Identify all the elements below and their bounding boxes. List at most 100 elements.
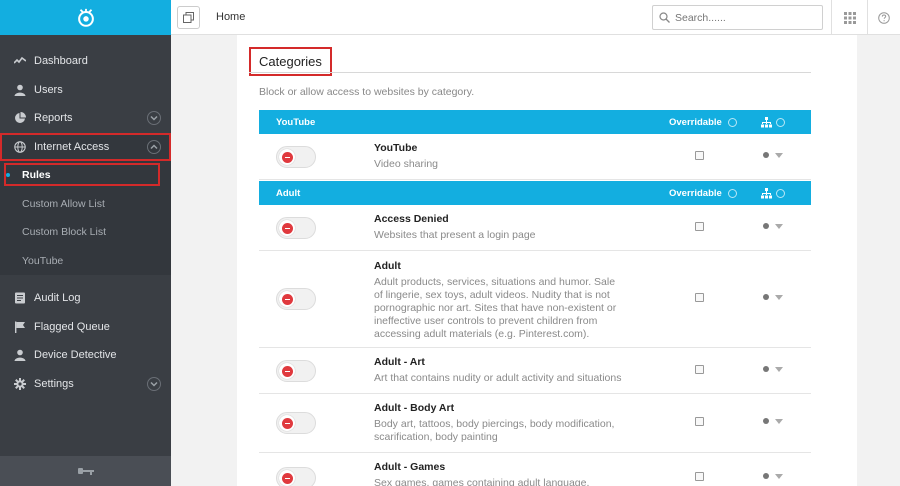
policy-dropdown[interactable] [763,418,783,424]
sidebar-item-audit-log[interactable]: Audit Log [0,284,171,313]
blocked-icon [281,293,293,305]
main-content: Categories Block or allow access to webs… [171,35,900,486]
divider [249,72,811,73]
section-title: Adult [276,187,301,199]
hierarchy-icon [761,187,772,198]
chevron-down-icon[interactable] [147,376,161,391]
search-icon [659,12,670,23]
overridable-checkbox[interactable] [695,222,704,231]
hierarchy-icon [761,116,772,127]
block-toggle[interactable] [276,412,316,434]
status-dot [763,366,769,372]
divider [0,275,171,284]
grid-icon [843,11,856,24]
help-button[interactable] [867,0,900,35]
chevron-up-icon[interactable] [147,139,161,154]
policy-dropdown[interactable] [763,152,783,158]
search-input[interactable] [675,11,805,24]
sidebar-item-flagged-queue[interactable]: Flagged Queue [0,313,171,342]
block-toggle[interactable] [276,288,316,310]
table-header: YouTube Overridable [259,110,811,134]
category-description: Adult products, services, situations and… [374,276,617,340]
help-icon [878,11,890,24]
sidebar-item-device-detective[interactable]: Device Detective [0,341,171,370]
block-toggle[interactable] [276,217,316,239]
sidebar-collapse-button[interactable] [0,456,171,486]
page-subtitle: Block or allow access to websites by cat… [259,86,475,98]
pie-chart-icon [13,111,27,125]
category-table-youtube: YouTube Overridable YouTube Video sharin… [259,110,811,180]
help-icon[interactable] [727,117,737,127]
overridable-header: Overridable [669,188,737,199]
sidebar-subitem-label: Custom Allow List [22,197,105,210]
section-title: YouTube [276,116,316,128]
sidebar-item-reports[interactable]: Reports [0,104,171,133]
category-info: Adult - Games Sex games, games containin… [374,461,624,486]
category-description: Video sharing [374,158,439,170]
table-row: Adult - Games Sex games, games containin… [259,453,811,486]
chevron-down-icon[interactable] [147,111,161,125]
blocked-icon [281,365,293,377]
policy-dropdown[interactable] [763,294,783,300]
overridable-checkbox[interactable] [695,365,704,374]
window-toggle-button[interactable] [177,6,200,29]
key-icon [77,468,94,475]
category-title: Adult - Body Art [374,402,455,414]
blocked-icon [281,417,293,429]
breadcrumb[interactable]: Home [216,11,245,23]
category-title: Access Denied [374,213,449,225]
overridable-checkbox[interactable] [695,293,704,302]
sidebar-subitem-custom-allow-list[interactable]: Custom Allow List [0,189,171,218]
status-dot [763,473,769,479]
apps-grid-button[interactable] [831,0,867,35]
overridable-checkbox[interactable] [695,472,704,481]
caret-down-icon [775,473,783,479]
sidebar: Dashboard Users Reports Internet Access [0,0,171,486]
category-description: Websites that present a login page [374,229,536,241]
sidebar-item-settings[interactable]: Settings [0,370,171,399]
category-info: YouTube Video sharing [374,142,624,171]
logo[interactable] [0,0,171,35]
hierarchy-header [761,116,785,128]
toggle-knob [279,291,295,307]
table-row: Access Denied Websites that present a lo… [259,205,811,251]
sidebar-item-users[interactable]: Users [0,76,171,105]
category-info: Adult - Art Art that contains nudity or … [374,356,624,385]
sidebar-subitem-custom-block-list[interactable]: Custom Block List [0,218,171,247]
globe-icon [13,140,27,154]
policy-dropdown[interactable] [763,366,783,372]
category-title: YouTube [374,142,418,154]
table-row: Adult Adult products, services, situatio… [259,251,811,348]
search-box[interactable] [652,5,823,30]
help-icon[interactable] [727,188,737,198]
sidebar-subitem-rules[interactable]: Rules [0,161,171,190]
caret-down-icon [775,418,783,424]
category-title: Adult - Games [374,461,446,473]
category-info: Adult Adult products, services, situatio… [374,260,624,341]
toggle-knob [279,470,295,486]
policy-dropdown[interactable] [763,473,783,479]
sidebar-item-dashboard[interactable]: Dashboard [0,47,171,76]
toggle-knob [279,415,295,431]
block-toggle[interactable] [276,467,316,486]
sidebar-item-label: Internet Access [34,140,110,153]
overridable-checkbox[interactable] [695,417,704,426]
category-title: Adult [374,260,401,272]
help-icon[interactable] [776,117,785,127]
table-row: Adult - Body Art Body art, tattoos, body… [259,394,811,453]
sidebar-item-label: Audit Log [34,292,81,305]
overridable-header: Overridable [669,117,737,128]
help-icon[interactable] [776,188,785,198]
sidebar-subitem-label: Custom Block List [22,226,107,239]
overridable-checkbox[interactable] [695,151,704,160]
policy-dropdown[interactable] [763,223,783,229]
flag-icon [13,320,27,334]
block-toggle[interactable] [276,146,316,168]
overridable-label: Overridable [669,187,722,199]
toggle-knob [279,220,295,236]
sidebar-subitem-youtube[interactable]: YouTube [0,246,171,275]
sidebar-item-internet-access[interactable]: Internet Access [0,132,171,161]
block-toggle[interactable] [276,360,316,382]
sidebar-item-label: Flagged Queue [34,320,110,333]
sidebar-item-label: Device Detective [34,349,117,362]
